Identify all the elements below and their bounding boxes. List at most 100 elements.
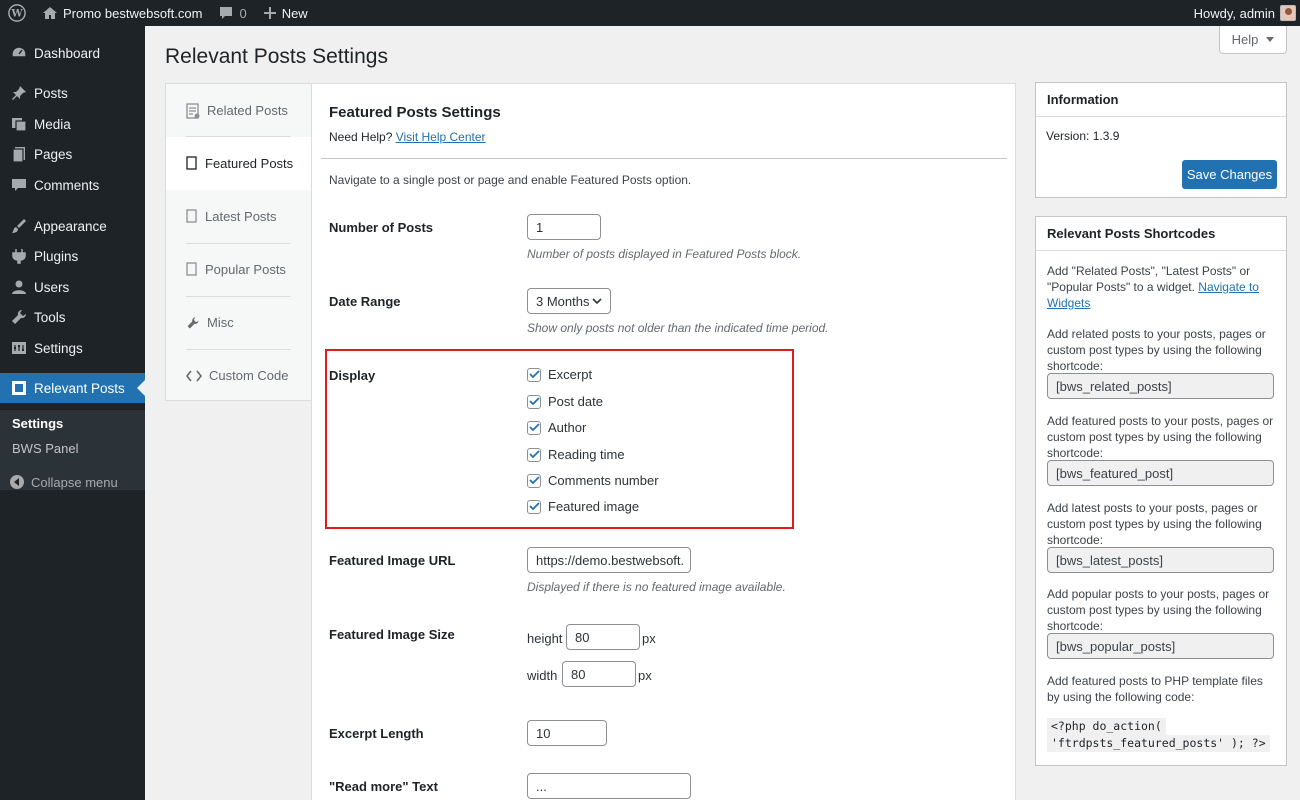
checkbox-post-date[interactable]: Post date (527, 394, 603, 409)
menu-label: Relevant Posts (34, 380, 125, 396)
tab-latest-posts[interactable]: Latest Posts (166, 190, 312, 243)
menu-label: Appearance (34, 218, 107, 234)
php-code-line-2: 'ftrdpsts_featured_posts' ); ?> (1047, 735, 1270, 752)
collapse-menu-button[interactable]: Collapse menu (9, 474, 118, 490)
featured-shortcode-text: Add featured posts to your posts, pages … (1047, 414, 1274, 460)
checkmark-icon (528, 397, 540, 406)
menu-item-comments[interactable]: Comments (0, 170, 145, 200)
pages-icon (9, 144, 29, 164)
visit-help-center-link[interactable]: Visit Help Center (396, 130, 486, 144)
checkbox-label: Author (548, 420, 587, 435)
checkbox-box[interactable] (527, 499, 541, 514)
date-range-value: 3 Months (536, 293, 590, 309)
menu-item-relevant-posts[interactable]: Relevant Posts (0, 373, 145, 403)
widget-instructions: Add "Related Posts", "Latest Posts" or "… (1047, 263, 1277, 311)
settings-icon (9, 338, 29, 358)
site-name-link[interactable]: Promo bestwebsoft.com (34, 0, 210, 26)
comments-icon (9, 175, 29, 195)
menu-item-appearance[interactable]: Appearance (0, 211, 145, 241)
checkbox-box[interactable] (527, 473, 541, 488)
menu-label: Tools (34, 309, 66, 325)
number-of-posts-input[interactable]: 1 (527, 214, 601, 240)
featured-shortcode-field[interactable]: [bws_featured_post] (1047, 460, 1274, 486)
menu-item-posts[interactable]: Posts (0, 78, 145, 108)
popular-shortcode-field[interactable]: [bws_popular_posts] (1047, 633, 1274, 659)
menu-label: Settings (34, 340, 83, 356)
checkmark-icon (528, 423, 540, 432)
code-icon (186, 370, 202, 381)
page-icon (186, 262, 197, 276)
featured-image-url-input[interactable]: https://demo.bestwebsoft. (527, 547, 691, 573)
checkmark-icon (528, 450, 540, 459)
latest-shortcode-field[interactable]: [bws_latest_posts] (1047, 547, 1274, 573)
new-label: New (281, 5, 308, 21)
checkbox-label: Reading time (548, 447, 625, 462)
latest-shortcode-text: Add latest posts to your posts, pages or… (1047, 501, 1262, 547)
menu-item-tools[interactable]: Tools (0, 302, 145, 332)
menu-item-settings[interactable]: Settings (0, 333, 145, 363)
menu-label: Pages (34, 146, 73, 162)
checkbox-box[interactable] (527, 367, 541, 382)
settings-tabs: Related Posts Featured Posts Latest Post… (165, 83, 313, 402)
version-text: Version: 1.3.9 (1046, 129, 1120, 143)
document-list-icon (186, 102, 200, 119)
featured-posts-panel: Featured Posts Settings Need Help? Visit… (311, 83, 1016, 800)
read-more-text-input[interactable]: ... (527, 773, 691, 799)
page-icon (186, 209, 197, 223)
checkbox-featured-image[interactable]: Featured image (527, 499, 639, 514)
number-of-posts-label: Number of Posts (329, 220, 434, 235)
help-tab-button[interactable]: Help (1219, 26, 1287, 54)
save-changes-button[interactable]: Save Changes (1182, 160, 1277, 189)
comment-bubble-icon (220, 7, 233, 19)
new-content-link[interactable]: New (255, 0, 316, 26)
checkbox-box[interactable] (527, 420, 541, 435)
checkbox-box[interactable] (527, 447, 541, 462)
menu-item-media[interactable]: Media (0, 109, 145, 139)
submenu-item-settings[interactable]: Settings (12, 416, 63, 431)
checkmark-icon (528, 370, 540, 379)
help-label: Help (1231, 32, 1259, 47)
comments-link[interactable]: 0 (210, 0, 254, 26)
checkbox-label: Comments number (548, 473, 659, 488)
help-line: Need Help? Visit Help Center (329, 130, 486, 144)
checkbox-box[interactable] (527, 394, 541, 409)
admin-bar: W Promo bestwebsoft.com 0 New Howdy, adm… (0, 0, 1300, 26)
menu-item-pages[interactable]: Pages (0, 139, 145, 169)
menu-item-users[interactable]: Users (0, 272, 145, 302)
menu-item-plugins[interactable]: Plugins (0, 241, 145, 271)
date-range-label: Date Range (329, 294, 401, 309)
checkbox-author[interactable]: Author (527, 420, 586, 435)
admin-menu: Dashboard Posts Media Pages Comments App… (0, 26, 145, 800)
menu-label: Comments (34, 177, 100, 193)
submenu-item-bws-panel[interactable]: BWS Panel (12, 441, 78, 456)
menu-item-dashboard[interactable]: Dashboard (0, 38, 145, 68)
tab-popular-posts[interactable]: Popular Posts (166, 243, 312, 296)
excerpt-length-input[interactable]: 10 (527, 720, 607, 746)
tab-related-posts[interactable]: Related Posts (166, 84, 312, 137)
page-title: Relevant Posts Settings (165, 45, 388, 68)
my-account-link[interactable]: Howdy, admin (1186, 0, 1300, 26)
image-height-input[interactable]: 80 (566, 624, 640, 650)
date-range-select[interactable]: 3 Months (527, 288, 611, 314)
tab-featured-posts[interactable]: Featured Posts (166, 137, 313, 190)
pin-icon (9, 83, 29, 103)
featured-image-size-label: Featured Image Size (329, 627, 455, 642)
menu-label: Posts (34, 85, 68, 101)
checkbox-excerpt[interactable]: Excerpt (527, 367, 592, 382)
tab-label: Latest Posts (205, 209, 277, 224)
menu-label: Dashboard (34, 45, 101, 61)
plus-icon (263, 7, 276, 19)
related-shortcode-field[interactable]: [bws_related_posts] (1047, 373, 1274, 399)
tab-misc[interactable]: Misc (166, 296, 312, 349)
wordpress-logo-button[interactable]: W (0, 0, 34, 26)
plugins-icon (9, 246, 29, 266)
caret-down-icon (1266, 36, 1275, 42)
checkbox-comments-number[interactable]: Comments number (527, 473, 659, 488)
checkbox-reading-time[interactable]: Reading time (527, 447, 625, 462)
tab-custom-code[interactable]: Custom Code (166, 349, 312, 402)
image-width-input[interactable]: 80 (562, 661, 636, 687)
brush-icon (9, 216, 29, 236)
tab-label: Custom Code (209, 368, 289, 383)
information-card: Information Version: 1.3.9 Save Changes (1035, 82, 1287, 198)
wrench-icon (9, 307, 29, 327)
